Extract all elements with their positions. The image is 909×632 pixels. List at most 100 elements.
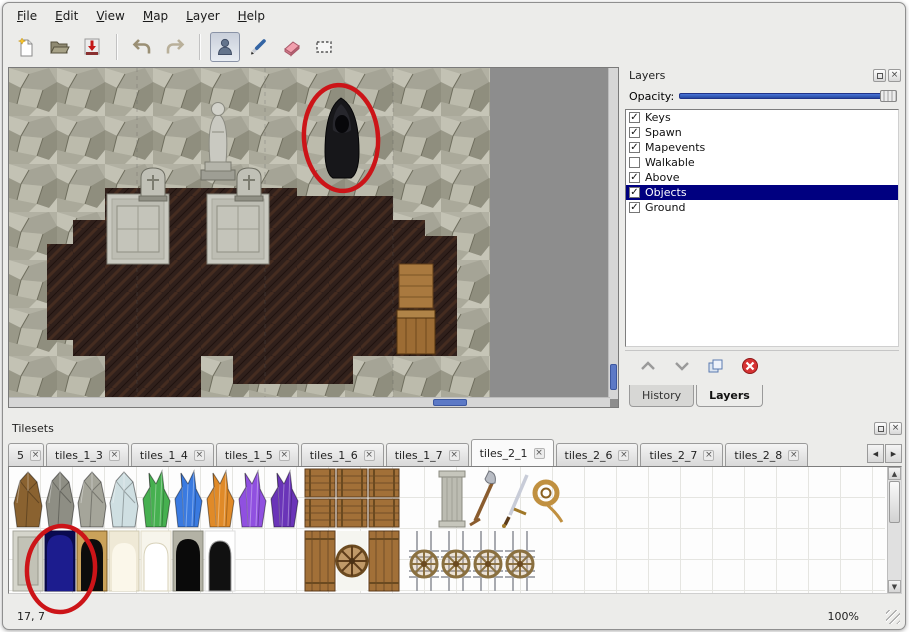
- layer-row-mapevents[interactable]: ✓ Mapevents: [626, 140, 898, 155]
- tile-planks-vertical[interactable]: [305, 531, 335, 591]
- tileset-tab-label: tiles_2_6: [565, 449, 613, 462]
- tile-stone-frame[interactable]: [13, 531, 43, 591]
- move-layer-down-button[interactable]: [671, 355, 693, 377]
- layer-list[interactable]: ✓ Keys ✓ Spawn ✓ Mapevents Walkable ✓ Ab…: [625, 109, 899, 347]
- menu-bar: File Edit View Map Layer Help: [9, 6, 273, 26]
- crypt-sprite: [107, 194, 169, 264]
- layers-panel-tabs: History Layers: [629, 385, 901, 408]
- opacity-slider-track[interactable]: [679, 93, 895, 99]
- tileset-tab[interactable]: tiles_2_7 ×: [640, 443, 723, 466]
- close-panel-button[interactable]: ×: [888, 69, 901, 82]
- tileset-tab[interactable]: tiles_1_7 ×: [386, 443, 469, 466]
- tileset-tab[interactable]: tiles_1_6 ×: [301, 443, 384, 466]
- scroll-up-icon[interactable]: ▲: [888, 467, 901, 480]
- layer-checkbox[interactable]: [629, 157, 640, 168]
- new-file-button[interactable]: [11, 32, 41, 62]
- tileset-tab-label: tiles_2_7: [649, 449, 697, 462]
- menu-layer[interactable]: Layer: [178, 6, 227, 26]
- layer-checkbox[interactable]: ✓: [629, 142, 640, 153]
- close-tab-icon[interactable]: ×: [194, 450, 205, 461]
- close-panel-button[interactable]: ×: [889, 422, 902, 435]
- layer-row-ground[interactable]: ✓ Ground: [626, 200, 898, 215]
- layer-row-objects[interactable]: ✓ Objects: [626, 185, 898, 200]
- tileset-tab[interactable]: tiles_1_3 ×: [46, 443, 129, 466]
- opacity-slider-handle[interactable]: [880, 90, 897, 102]
- map-vertical-scrollbar[interactable]: [608, 68, 618, 399]
- menu-file[interactable]: File: [9, 6, 45, 26]
- close-tab-icon[interactable]: ×: [534, 448, 545, 459]
- open-button[interactable]: [44, 32, 74, 62]
- layer-row-above[interactable]: ✓ Above: [626, 170, 898, 185]
- layer-row-spawn[interactable]: ✓ Spawn: [626, 125, 898, 140]
- tile-navy-door-selected[interactable]: [45, 531, 75, 591]
- brush-tool-button[interactable]: [243, 32, 273, 62]
- tile-cave-entrance-outlined[interactable]: [205, 531, 235, 591]
- resize-grip[interactable]: [886, 610, 900, 624]
- close-tab-icon[interactable]: ×: [618, 450, 629, 461]
- layer-checkbox[interactable]: ✓: [629, 187, 640, 198]
- delete-layer-button[interactable]: [739, 355, 761, 377]
- tile-planks-vertical[interactable]: [369, 531, 399, 591]
- layer-checkbox[interactable]: ✓: [629, 112, 640, 123]
- close-tab-icon[interactable]: ×: [30, 450, 41, 461]
- tileset-tab-active[interactable]: tiles_2_1 ×: [471, 439, 554, 466]
- tileset-tab[interactable]: 5 ×: [8, 443, 44, 466]
- tileset-canvas[interactable]: ▲ ▼: [8, 466, 902, 594]
- close-tab-icon[interactable]: ×: [109, 450, 120, 461]
- redo-icon: [164, 36, 186, 58]
- menu-map[interactable]: Map: [135, 6, 176, 26]
- map-horizontal-scroll-thumb[interactable]: [433, 399, 467, 406]
- close-tab-icon[interactable]: ×: [703, 450, 714, 461]
- close-tab-icon[interactable]: ×: [788, 450, 799, 461]
- layer-row-walkable[interactable]: Walkable: [626, 155, 898, 170]
- tab-layers[interactable]: Layers: [696, 385, 763, 407]
- tileset-vertical-scrollbar[interactable]: ▲ ▼: [887, 467, 901, 593]
- scroll-down-icon[interactable]: ▼: [888, 580, 901, 593]
- map-canvas[interactable]: [8, 67, 619, 408]
- tileset-tab-bar: 5 × tiles_1_3 × tiles_1_4 × tiles_1_5 × …: [8, 438, 902, 466]
- eraser-tool-button[interactable]: [276, 32, 306, 62]
- menu-view[interactable]: View: [88, 6, 132, 26]
- float-icon: [877, 73, 883, 79]
- tileset-scroll-thumb[interactable]: [889, 481, 900, 523]
- selection-tool-button[interactable]: [309, 32, 339, 62]
- close-tab-icon[interactable]: ×: [364, 450, 375, 461]
- opacity-slider[interactable]: [679, 90, 897, 102]
- layer-checkbox[interactable]: ✓: [629, 172, 640, 183]
- close-tab-icon[interactable]: ×: [449, 450, 460, 461]
- float-panel-button[interactable]: [873, 69, 886, 82]
- tab-scroll-right-icon[interactable]: ▶: [885, 444, 902, 463]
- move-layer-up-button[interactable]: [637, 355, 659, 377]
- tab-scroll-left-icon[interactable]: ◀: [867, 444, 884, 463]
- menu-help[interactable]: Help: [230, 6, 273, 26]
- tab-history[interactable]: History: [629, 385, 694, 407]
- close-tab-icon[interactable]: ×: [279, 450, 290, 461]
- float-icon: [878, 426, 884, 432]
- float-panel-button[interactable]: [874, 422, 887, 435]
- layer-checkbox[interactable]: ✓: [629, 202, 640, 213]
- redo-button[interactable]: [160, 32, 190, 62]
- map-vertical-scroll-thumb[interactable]: [610, 364, 617, 390]
- tileset-tab[interactable]: tiles_1_5 ×: [216, 443, 299, 466]
- tilesets-panel: Tilesets × 5 × tiles_1_3 × tiles_1_4 × t…: [8, 420, 902, 609]
- tile-cave-entrance-dark[interactable]: [173, 531, 203, 591]
- tileset-tab-label: tiles_2_8: [734, 449, 782, 462]
- undo-button[interactable]: [127, 32, 157, 62]
- tileset-tab[interactable]: tiles_2_6 ×: [556, 443, 639, 466]
- map-horizontal-scrollbar[interactable]: [9, 397, 610, 407]
- layer-checkbox[interactable]: ✓: [629, 127, 640, 138]
- tileset-tab[interactable]: tiles_1_4 ×: [131, 443, 214, 466]
- tile-wheel[interactable]: [337, 531, 367, 591]
- stamp-tool-button[interactable]: [210, 32, 240, 62]
- tileset-tab-label: 5: [17, 449, 24, 462]
- duplicate-layer-button[interactable]: [705, 355, 727, 377]
- layer-label: Walkable: [645, 156, 695, 169]
- save-button[interactable]: [77, 32, 107, 62]
- tile-cream-arch[interactable]: [109, 531, 139, 591]
- tile-column[interactable]: [439, 471, 465, 527]
- menu-edit[interactable]: Edit: [47, 6, 86, 26]
- tileset-tab[interactable]: tiles_2_8 ×: [725, 443, 808, 466]
- tile-wooden-door[interactable]: [77, 531, 107, 591]
- layer-row-keys[interactable]: ✓ Keys: [626, 110, 898, 125]
- tile-white-arch[interactable]: [141, 531, 171, 591]
